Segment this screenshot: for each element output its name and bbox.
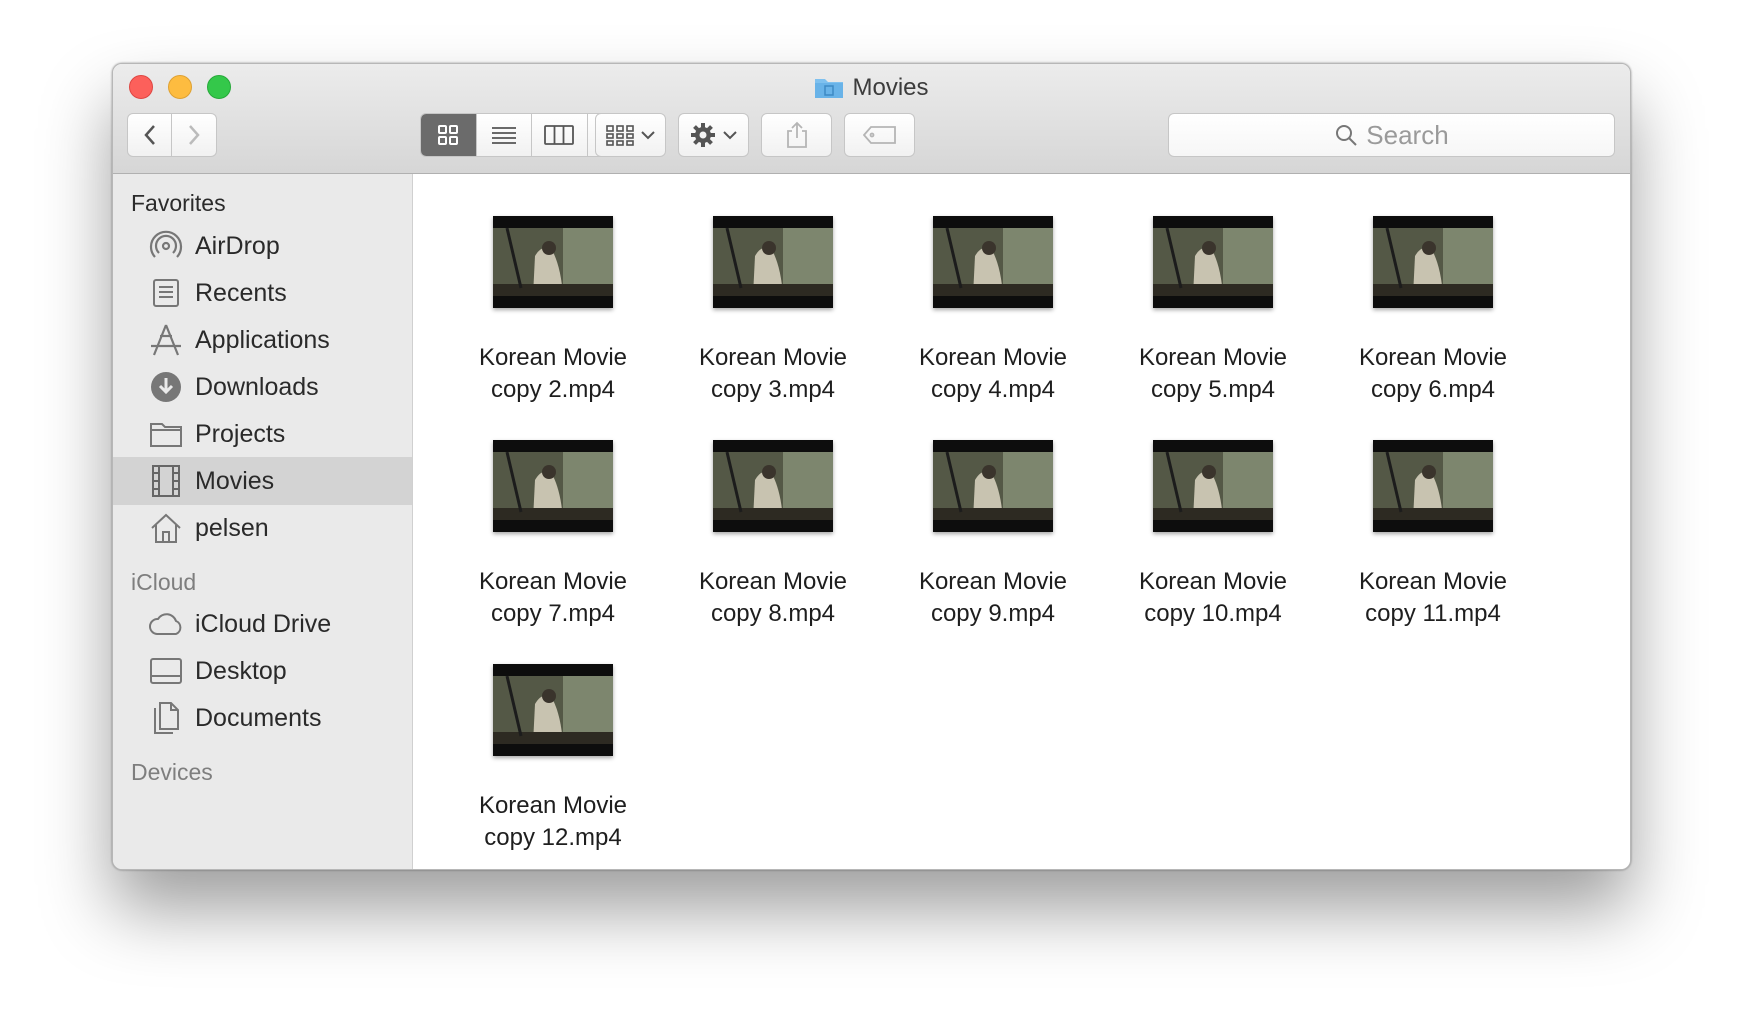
column-view-button[interactable]: [532, 114, 588, 156]
chevron-right-icon: [189, 125, 200, 145]
file-item[interactable]: Korean Movie copy 5.mp4: [1103, 216, 1323, 406]
sidebar-item-label: Downloads: [195, 372, 319, 401]
group-grid-icon: [605, 125, 634, 146]
file-item[interactable]: Korean Movie copy 11.mp4: [1323, 440, 1543, 630]
search-placeholder: Search: [1366, 119, 1449, 150]
film-icon: [147, 462, 185, 500]
video-thumbnail: [713, 216, 833, 308]
file-grid: Korean Movie copy 2.mp4 Korean Movie copy …: [413, 174, 1630, 869]
share-button[interactable]: [761, 113, 832, 157]
sidebar-item-label: Desktop: [195, 656, 287, 685]
sidebar-item-icloud-drive[interactable]: iCloud Drive: [113, 600, 412, 648]
sidebar-item-desktop[interactable]: Desktop: [113, 647, 412, 695]
sidebar-item-movies[interactable]: Movies: [113, 457, 412, 505]
icon-view-button[interactable]: [421, 114, 477, 156]
sidebar: Favorites AirDrop Recents Applications D…: [113, 174, 413, 869]
desktop-icon: [147, 652, 185, 690]
video-thumbnail: [1153, 216, 1273, 308]
search-field[interactable]: Search: [1168, 113, 1615, 157]
file-name: Korean Movie copy 7.mp4: [478, 568, 628, 627]
file-name: Korean Movie copy 8.mp4: [698, 568, 848, 627]
file-item[interactable]: Korean Movie copy 9.mp4: [883, 440, 1103, 630]
list-icon: [491, 127, 516, 144]
sidebar-item-pelsen[interactable]: pelsen: [113, 504, 412, 552]
file-item[interactable]: Korean Movie copy 4.mp4: [883, 216, 1103, 406]
file-name: Korean Movie copy 10.mp4: [1138, 568, 1288, 627]
forward-button[interactable]: [171, 113, 217, 157]
share-icon: [786, 121, 807, 148]
columns-icon: [544, 125, 575, 145]
video-thumbnail: [1153, 440, 1273, 532]
list-view-button[interactable]: [477, 114, 532, 156]
back-button[interactable]: [127, 113, 172, 157]
file-name: Korean Movie copy 2.mp4: [478, 344, 628, 403]
window-title-text: Movies: [852, 74, 929, 101]
documents-icon: [147, 699, 185, 737]
sidebar-item-label: Movies: [195, 466, 275, 495]
file-item[interactable]: Korean Movie copy 12.mp4: [443, 664, 663, 854]
grid-icon: [438, 125, 459, 145]
video-thumbnail: [493, 216, 613, 308]
tag-icon: [862, 126, 896, 144]
file-name: Korean Movie copy 5.mp4: [1138, 344, 1288, 403]
video-thumbnail: [493, 664, 613, 756]
file-name: Korean Movie copy 9.mp4: [918, 568, 1068, 627]
video-thumbnail: [713, 440, 833, 532]
search-icon: [1336, 125, 1358, 146]
toolbar: Movies Search: [113, 64, 1630, 174]
video-thumbnail: [933, 216, 1053, 308]
file-item[interactable]: Korean Movie copy 7.mp4: [443, 440, 663, 630]
gear-icon: [690, 123, 715, 147]
sidebar-item-recents[interactable]: Recents: [113, 269, 412, 317]
sidebar-item-label: Documents: [195, 703, 322, 732]
sidebar-item-label: Applications: [195, 325, 330, 354]
movies-folder-icon: [814, 75, 844, 107]
video-thumbnail: [1373, 440, 1493, 532]
file-name: Korean Movie copy 4.mp4: [918, 344, 1068, 403]
sidebar-heading-icloud: iCloud: [131, 569, 197, 595]
video-thumbnail: [1373, 216, 1493, 308]
sidebar-heading-devices: Devices: [131, 759, 213, 785]
file-name: Korean Movie copy 3.mp4: [698, 344, 848, 403]
group-by-button[interactable]: [595, 113, 666, 157]
folder-icon: [147, 415, 185, 453]
tags-button[interactable]: [844, 113, 915, 157]
sidebar-item-label: Projects: [195, 419, 286, 448]
home-icon: [147, 509, 185, 547]
sidebar-item-label: iCloud Drive: [195, 609, 332, 638]
file-item[interactable]: Korean Movie copy 8.mp4: [663, 440, 883, 630]
chevron-down-icon: [640, 131, 655, 140]
file-item[interactable]: Korean Movie copy 6.mp4: [1323, 216, 1543, 406]
sidebar-item-downloads[interactable]: Downloads: [113, 363, 412, 411]
sidebar-heading-favorites: Favorites: [131, 190, 226, 216]
sidebar-item-documents[interactable]: Documents: [113, 694, 412, 742]
downloads-icon: [147, 368, 185, 406]
cloud-icon: [147, 605, 185, 643]
sidebar-item-label: Recents: [195, 278, 287, 307]
window-title: Movies: [113, 73, 1630, 107]
airdrop-icon: [147, 227, 185, 265]
file-item[interactable]: Korean Movie copy 3.mp4: [663, 216, 883, 406]
finder-window: Movies Search Favorites AirDrop Recents …: [112, 63, 1631, 870]
sidebar-item-airdrop[interactable]: AirDrop: [113, 222, 412, 270]
action-menu-button[interactable]: [678, 113, 749, 157]
sidebar-item-projects[interactable]: Projects: [113, 410, 412, 458]
applications-icon: [147, 321, 185, 359]
recents-icon: [147, 274, 185, 312]
video-thumbnail: [933, 440, 1053, 532]
sidebar-item-label: AirDrop: [195, 231, 280, 260]
file-name: Korean Movie copy 11.mp4: [1358, 568, 1508, 627]
sidebar-item-applications[interactable]: Applications: [113, 316, 412, 364]
sidebar-item-label: pelsen: [195, 513, 269, 542]
file-name: Korean Movie copy 12.mp4: [478, 792, 628, 851]
chevron-down-icon: [722, 131, 737, 140]
file-name: Korean Movie copy 6.mp4: [1358, 344, 1508, 403]
file-item[interactable]: Korean Movie copy 2.mp4: [443, 216, 663, 406]
chevron-left-icon: [143, 125, 155, 145]
file-item[interactable]: Korean Movie copy 10.mp4: [1103, 440, 1323, 630]
video-thumbnail: [493, 440, 613, 532]
